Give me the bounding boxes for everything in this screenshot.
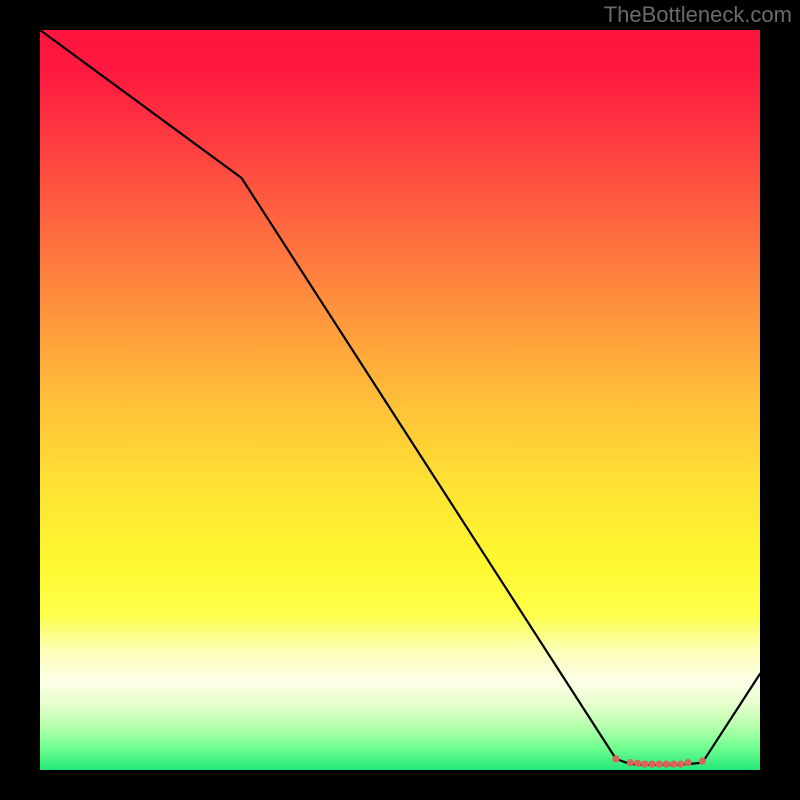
figure-root: TheBottleneck.com xyxy=(0,0,800,800)
marker-dot xyxy=(656,761,663,768)
marker-dot xyxy=(641,761,648,768)
chart-svg xyxy=(40,30,760,770)
watermark-text: TheBottleneck.com xyxy=(604,2,792,28)
marker-dot xyxy=(677,761,684,768)
curve-path xyxy=(40,30,760,765)
marker-dot xyxy=(684,759,691,766)
marker-dot xyxy=(634,760,641,767)
marker-group xyxy=(612,755,706,767)
marker-dot xyxy=(663,761,670,768)
marker-dot xyxy=(612,755,619,762)
marker-dot xyxy=(670,761,677,768)
marker-dot xyxy=(699,758,706,765)
marker-dot xyxy=(648,761,655,768)
plot-area xyxy=(40,30,760,770)
marker-dot xyxy=(627,759,634,766)
